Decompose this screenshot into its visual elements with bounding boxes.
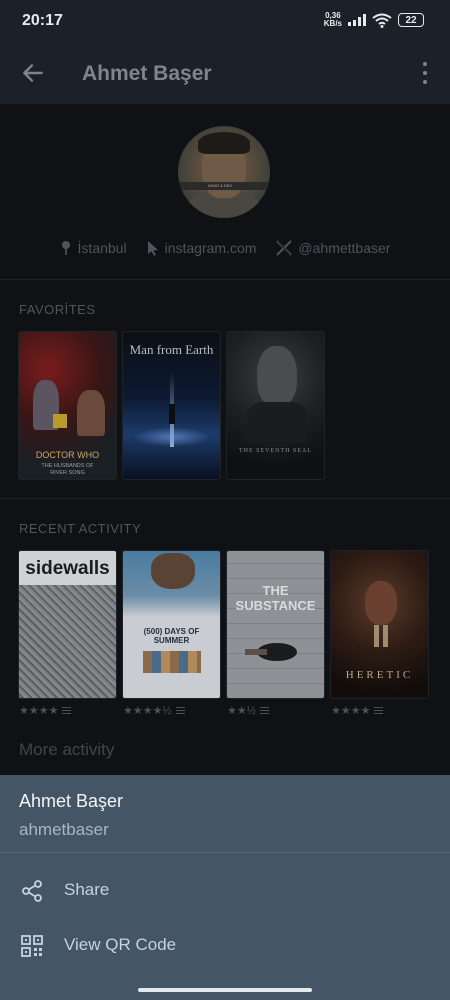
website-label[interactable]: instagram.com (165, 240, 257, 256)
more-options-icon[interactable] (422, 60, 428, 86)
location-pin-icon (61, 241, 70, 255)
battery-icon: 22 (398, 13, 424, 27)
activity-poster-substance[interactable]: THE SUBSTANCE (226, 550, 325, 699)
x-logo-icon (276, 240, 293, 256)
qr-code-icon (21, 935, 43, 957)
divider (0, 498, 450, 499)
location: İstanbul (60, 240, 127, 256)
status-time: 20:17 (22, 12, 63, 29)
system-nav-bar (0, 982, 450, 1000)
review-lines-icon (62, 707, 72, 714)
avatar[interactable]: WHAT A DEV (178, 126, 270, 218)
sheet-divider (0, 852, 450, 853)
favorite-poster-man-from-earth[interactable]: Man from Earth (122, 331, 221, 480)
wifi-icon (372, 13, 392, 28)
activity-poster-heretic[interactable]: HERETIC (330, 550, 429, 699)
cursor-link-icon (147, 241, 158, 256)
share-icon (22, 880, 42, 902)
review-lines-icon (374, 707, 384, 714)
signal-icon (348, 14, 366, 26)
twitter-label[interactable]: @ahmettbaser (298, 240, 390, 256)
favorite-poster-doctor-who[interactable]: DOCTOR WHO THE HUSBANDS OF RIVER SONG (18, 331, 117, 480)
view-qr-code-label: View QR Code (64, 935, 177, 954)
recent-activity-label: RECENT ACTIVITY (19, 521, 142, 536)
location-label: İstanbul (77, 240, 127, 256)
review-lines-icon (259, 707, 269, 714)
activity-poster-500-days[interactable]: (500) DAYS OF SUMMER (122, 550, 221, 699)
status-icons: 0,36 KB/s 22 (324, 12, 424, 28)
share-button[interactable]: Share (0, 864, 450, 918)
twitter[interactable]: @ahmettbaser (276, 240, 390, 256)
activity-rating: ★★★★½ (123, 704, 185, 717)
avatar-shirt-text: WHAT A DEV (208, 183, 233, 188)
activity-rating: ★★½ (227, 704, 269, 717)
favorites-label: FAVORİTES (19, 302, 96, 317)
view-qr-code-button[interactable]: View QR Code (0, 919, 450, 973)
profile-meta: İstanbul instagram.com @ahmettbaser (0, 240, 450, 256)
more-activity-link[interactable]: More activity (19, 740, 114, 760)
share-label: Share (64, 880, 110, 899)
activity-rating: ★★★★ (19, 704, 72, 717)
home-handle[interactable] (138, 988, 312, 992)
sheet-username: ahmetbaser (19, 820, 109, 839)
activity-rating: ★★★★ (331, 704, 384, 717)
profile-header: WHAT A DEV İstanbul instagram.com @ahmet… (0, 104, 450, 279)
back-arrow-icon[interactable] (20, 60, 46, 86)
activity-poster-sidewalls[interactable]: sidewalls (18, 550, 117, 699)
page-title: Ahmet Başer (82, 62, 212, 85)
network-speed: 0,36 KB/s (323, 11, 342, 28)
bottom-sheet: Ahmet Başer ahmetbaser Share View QR Cod… (0, 775, 450, 1000)
app-bar: Ahmet Başer (0, 44, 450, 104)
sheet-display-name: Ahmet Başer (19, 791, 124, 811)
review-lines-icon (175, 707, 185, 714)
divider (0, 279, 450, 280)
favorite-poster-seventh-seal[interactable]: THE SEVENTH SEAL (226, 331, 325, 480)
status-bar: 20:17 0,36 KB/s 22 (0, 0, 450, 44)
website[interactable]: instagram.com (147, 240, 257, 256)
